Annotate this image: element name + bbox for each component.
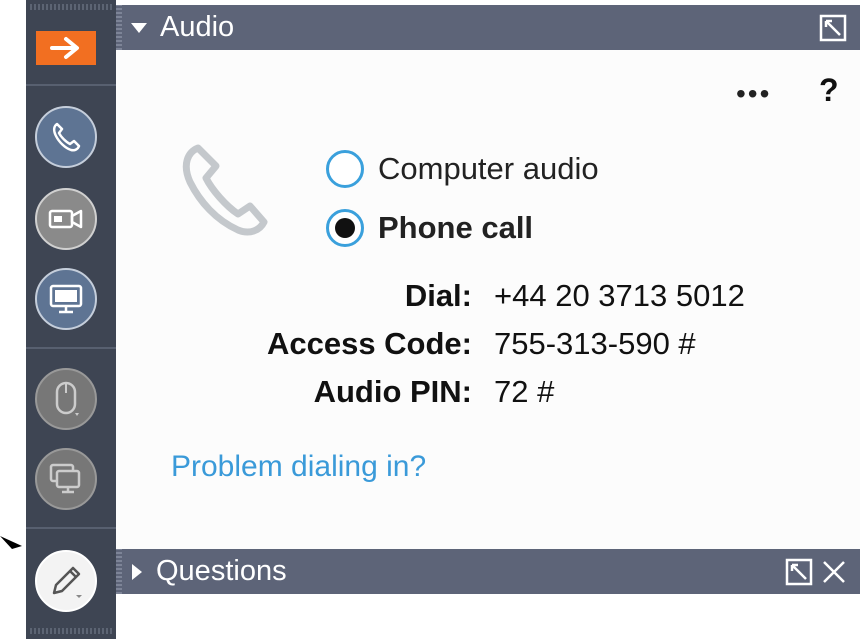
- close-icon[interactable]: [820, 558, 848, 586]
- mouse-control-button[interactable]: [35, 368, 97, 430]
- header-grip[interactable]: [116, 5, 122, 50]
- screen-icon: [49, 284, 83, 314]
- phone-icon: [52, 122, 81, 152]
- mouse-icon: [55, 381, 79, 416]
- multi-screen-button[interactable]: [35, 448, 97, 510]
- access-code-label: Access Code:: [266, 326, 472, 361]
- computer-audio-label: Computer audio: [378, 151, 599, 186]
- questions-panel-title: Questions: [156, 555, 287, 587]
- phone-call-label: Phone call: [378, 210, 534, 245]
- audio-pin-label: Audio PIN:: [313, 374, 472, 409]
- phone-handset-icon: [182, 144, 268, 236]
- questions-panel-header[interactable]: Questions: [116, 549, 860, 594]
- dial-label: Dial:: [404, 278, 472, 313]
- computer-audio-option[interactable]: Computer audio: [326, 150, 599, 188]
- webcam-button[interactable]: [35, 188, 97, 250]
- pointer-arrow-icon: [0, 536, 22, 549]
- computer-audio-radio[interactable]: [326, 150, 364, 188]
- toolbar-divider: [26, 84, 116, 86]
- webcam-icon: [48, 209, 83, 229]
- audio-button[interactable]: [35, 106, 97, 168]
- more-options-button[interactable]: •••: [736, 78, 771, 110]
- screen-share-button[interactable]: [35, 268, 97, 330]
- collapse-arrow-button[interactable]: [36, 31, 96, 65]
- screens-icon: [49, 463, 81, 494]
- access-code-value: 755-313-590 #: [494, 326, 696, 361]
- pencil-icon: [52, 566, 82, 598]
- popout-icon[interactable]: [818, 13, 848, 43]
- audio-panel-header[interactable]: Audio: [116, 5, 860, 50]
- audio-panel-title: Audio: [160, 11, 235, 43]
- phone-call-option[interactable]: Phone call: [326, 209, 533, 247]
- triangle-down-icon[interactable]: [130, 21, 148, 35]
- popout-icon[interactable]: [784, 557, 814, 587]
- toolbar-grip-bottom[interactable]: [30, 628, 112, 634]
- problem-dialing-link[interactable]: Problem dialing in?: [171, 450, 426, 484]
- toolbar-divider: [26, 347, 116, 349]
- drawing-tools-button[interactable]: [35, 550, 97, 612]
- audio-panel-body: ••• ? Computer audio Phone call Dial: +4…: [116, 50, 860, 549]
- phone-call-radio[interactable]: [326, 209, 364, 247]
- arrow-right-icon: [50, 37, 79, 59]
- help-button[interactable]: ?: [819, 72, 839, 109]
- toolbar-grip-top[interactable]: [30, 4, 112, 10]
- side-toolbar: [26, 0, 116, 639]
- triangle-right-icon[interactable]: [130, 563, 144, 581]
- dial-value: +44 20 3713 5012: [494, 278, 745, 313]
- header-grip[interactable]: [116, 549, 122, 594]
- toolbar-divider: [26, 527, 116, 529]
- audio-pin-value: 72 #: [494, 374, 555, 409]
